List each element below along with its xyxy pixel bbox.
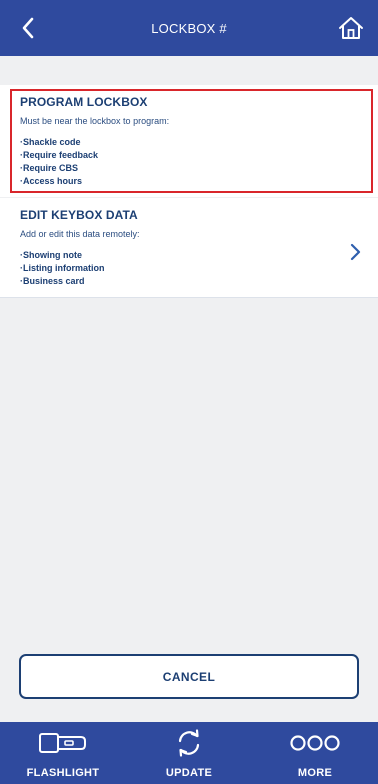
list-item: Access hours	[20, 175, 98, 188]
list-item: Listing information	[20, 262, 105, 275]
chevron-right-icon[interactable]	[348, 242, 362, 262]
list-item: Require feedback	[20, 149, 98, 162]
edit-keybox-title: EDIT KEYBOX DATA	[20, 208, 138, 222]
program-lockbox-card[interactable]: PROGRAM LOCKBOX Must be near the lockbox…	[0, 85, 378, 197]
list-item: Business card	[20, 275, 105, 288]
nav-more[interactable]: MORE	[252, 722, 378, 784]
home-button[interactable]	[334, 12, 368, 44]
cancel-button[interactable]: CANCEL	[19, 654, 359, 699]
program-lockbox-subtitle: Must be near the lockbox to program:	[20, 116, 170, 126]
flashlight-icon	[39, 733, 86, 753]
edit-keybox-list: Showing note Listing information Busines…	[20, 249, 105, 288]
program-lockbox-title: PROGRAM LOCKBOX	[20, 95, 148, 109]
nav-more-label: MORE	[297, 767, 333, 779]
nav-update-label: UPDATE	[165, 767, 213, 779]
top-bar: LOCKBOX #	[0, 0, 378, 56]
nav-flashlight[interactable]: FLASHLIGHT	[0, 722, 126, 784]
bottom-nav: FLASHLIGHT UPDATE MORE	[0, 722, 378, 784]
edit-keybox-subtitle: Add or edit this data remotely:	[20, 229, 140, 239]
list-item: Shackle code	[20, 136, 98, 149]
chevron-left-icon	[22, 17, 34, 39]
list-item: Require CBS	[20, 162, 98, 175]
home-icon	[339, 17, 363, 39]
program-lockbox-list: Shackle code Require feedback Require CB…	[20, 136, 98, 188]
list-item: Showing note	[20, 249, 105, 262]
back-button[interactable]	[12, 12, 44, 44]
refresh-icon	[178, 729, 200, 757]
nav-update[interactable]: UPDATE	[126, 722, 252, 784]
page-title: LOCKBOX #	[151, 20, 227, 36]
more-icon	[290, 735, 340, 751]
edit-keybox-card[interactable]: EDIT KEYBOX DATA Add or edit this data r…	[0, 198, 378, 298]
nav-flashlight-label: FLASHLIGHT	[26, 767, 100, 779]
